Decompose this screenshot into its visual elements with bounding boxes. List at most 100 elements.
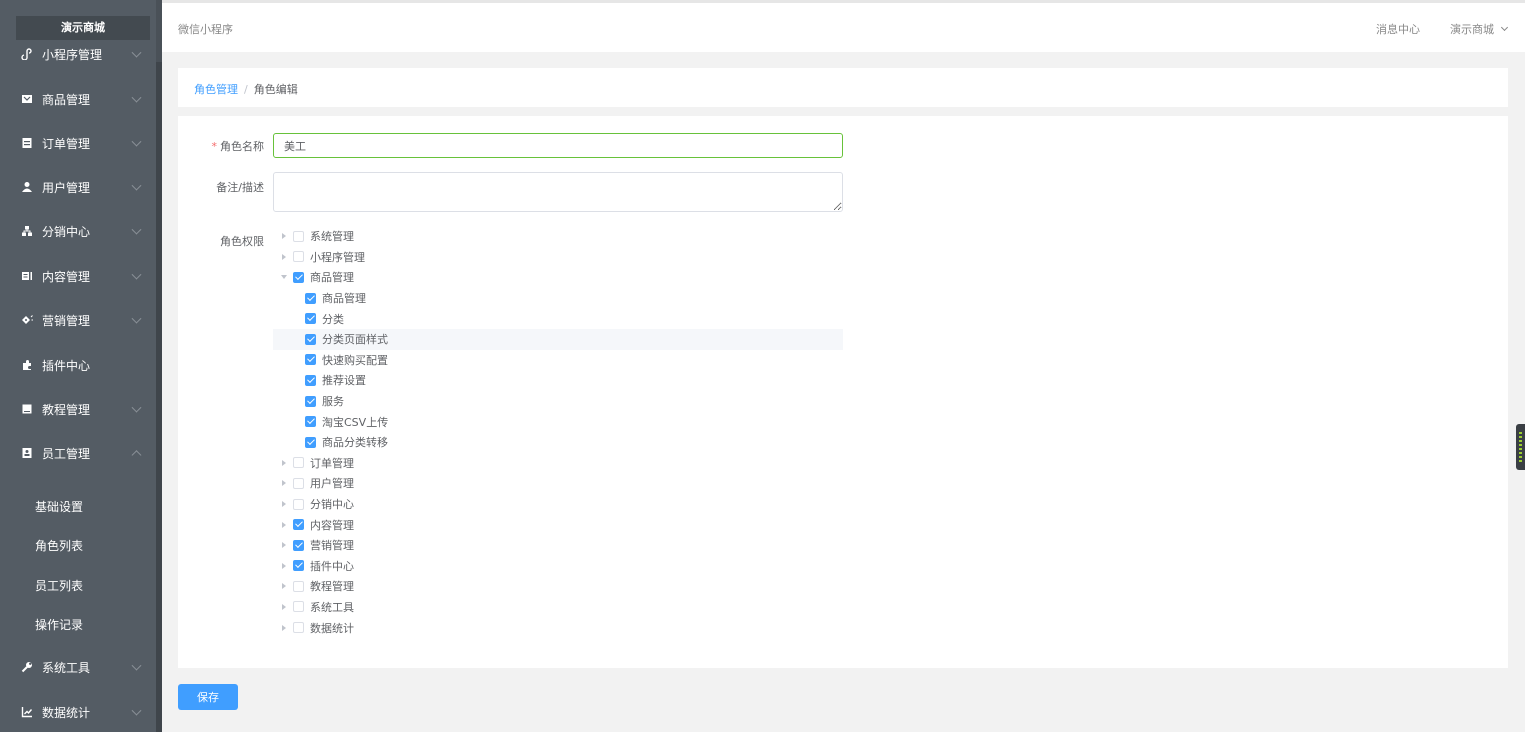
caret-right-icon[interactable] <box>279 540 289 550</box>
sidebar-subitem-role-list[interactable]: 角色列表 <box>0 525 156 565</box>
tutorial-icon <box>20 402 34 416</box>
caret-down-icon[interactable] <box>279 272 289 282</box>
sidebar-item-marketing[interactable]: 营销管理 <box>0 298 156 342</box>
tree-checkbox[interactable] <box>293 230 304 242</box>
caret-right-icon[interactable] <box>279 581 289 591</box>
sidebar-subitem-staff-list[interactable]: 员工列表 <box>0 565 156 605</box>
tree-checkbox[interactable] <box>293 251 304 263</box>
sidebar-subitem-label: 操作记录 <box>35 617 84 632</box>
sidebar-item-label: 营销管理 <box>42 313 91 328</box>
header-title: 微信小程序 <box>178 23 233 36</box>
tree-node[interactable]: 插件中心 <box>273 556 843 577</box>
tree-node[interactable]: 分类页面样式 <box>273 328 843 350</box>
tree-node[interactable]: 教程管理 <box>273 576 843 597</box>
tree-checkbox[interactable] <box>293 498 304 510</box>
tree-checkbox[interactable] <box>305 374 316 386</box>
tree-node[interactable]: 快速购买配置 <box>273 350 843 371</box>
tree-node-label: 商品管理 <box>322 292 366 306</box>
staff-icon <box>20 446 34 460</box>
breadcrumb: 角色管理 / 角色编辑 <box>178 68 1508 107</box>
tree-checkbox[interactable] <box>293 580 304 592</box>
sidebar: 小程序管理 演示商城 商品管理 订单管理 用户管理 分销中心 内容管理 营销管理… <box>0 0 162 732</box>
tree-checkbox[interactable] <box>293 477 304 489</box>
chevron-down-icon <box>1500 23 1509 32</box>
tree-checkbox[interactable] <box>293 539 304 551</box>
permission-tree: 系统管理 小程序管理 商品管理 商品管理 分类 分类页面样式 快速购买配置 推荐设置 服务 淘宝C… <box>273 226 843 638</box>
tree-node[interactable]: 服务 <box>273 391 843 412</box>
tree-node[interactable]: 淘宝CSV上传 <box>273 411 843 432</box>
tree-node[interactable]: 用户管理 <box>273 473 843 494</box>
tree-node[interactable]: 分销中心 <box>273 494 843 515</box>
side-tool-handle[interactable] <box>1516 424 1525 470</box>
tree-node[interactable]: 商品分类转移 <box>273 432 843 453</box>
sidebar-item-content[interactable]: 内容管理 <box>0 254 156 298</box>
sidebar-item-plugins[interactable]: 插件中心 <box>0 343 156 387</box>
caret-right-icon[interactable] <box>279 458 289 468</box>
tree-checkbox[interactable] <box>293 519 304 531</box>
tree-node[interactable]: 小程序管理 <box>273 247 843 268</box>
sidebar-subitem-label: 基础设置 <box>35 499 84 514</box>
tree-checkbox[interactable] <box>305 333 316 345</box>
store-dropdown[interactable]: 演示商城 <box>1450 21 1509 37</box>
tree-checkbox[interactable] <box>293 601 304 613</box>
sidebar-item-system-tools[interactable]: 系统工具 <box>0 645 156 689</box>
sidebar-item-goods[interactable]: 商品管理 <box>0 77 156 121</box>
caret-right-icon[interactable] <box>279 561 289 571</box>
caret-right-icon[interactable] <box>279 252 289 262</box>
caret-right-icon[interactable] <box>279 623 289 633</box>
breadcrumb-role-management[interactable]: 角色管理 <box>194 83 238 96</box>
caret-right-icon[interactable] <box>279 478 289 488</box>
header-actions: 消息中心 演示商城 <box>1376 21 1509 37</box>
tree-checkbox[interactable] <box>305 354 316 366</box>
tree-checkbox[interactable] <box>305 395 316 407</box>
sidebar-scrollbar-thumb[interactable] <box>156 62 162 732</box>
tree-checkbox[interactable] <box>293 560 304 572</box>
caret-right-icon[interactable] <box>279 499 289 509</box>
caret-right-icon[interactable] <box>279 602 289 612</box>
sidebar-item-tutorials[interactable]: 教程管理 <box>0 387 156 431</box>
caret-right-icon[interactable] <box>279 520 289 530</box>
save-button[interactable]: 保存 <box>178 684 238 710</box>
sidebar-item-label: 用户管理 <box>42 180 91 195</box>
sidebar-item-label: 分销中心 <box>42 224 91 239</box>
user-icon <box>20 180 34 194</box>
sidebar-item-staff[interactable]: 员工管理 <box>0 431 156 475</box>
message-center-link[interactable]: 消息中心 <box>1376 21 1420 37</box>
tree-node[interactable]: 订单管理 <box>273 453 843 474</box>
sidebar-item-orders[interactable]: 订单管理 <box>0 121 156 165</box>
tree-node[interactable]: 数据统计 <box>273 617 843 638</box>
sidebar-item-label: 内容管理 <box>42 269 91 284</box>
sidebar-subitem-basic-settings[interactable]: 基础设置 <box>0 486 156 526</box>
tree-checkbox[interactable] <box>293 271 304 283</box>
tree-node[interactable]: 系统管理 <box>273 226 843 247</box>
sidebar-subitem-operation-log[interactable]: 操作记录 <box>0 604 156 644</box>
caret-right-icon[interactable] <box>279 231 289 241</box>
tree-node[interactable]: 商品管理 <box>273 288 843 309</box>
tree-node[interactable]: 推荐设置 <box>273 370 843 391</box>
sidebar-item-users[interactable]: 用户管理 <box>0 165 156 209</box>
sidebar-item-distribution[interactable]: 分销中心 <box>0 209 156 253</box>
tree-checkbox[interactable] <box>293 457 304 469</box>
chevron-down-icon <box>131 136 142 147</box>
tree-checkbox[interactable] <box>293 622 304 634</box>
tree-node-label: 数据统计 <box>310 621 354 635</box>
tree-node[interactable]: 营销管理 <box>273 535 843 556</box>
tree-node-label: 商品管理 <box>310 271 354 285</box>
tree-checkbox[interactable] <box>305 292 316 304</box>
tree-node[interactable]: 分类 <box>273 308 843 329</box>
tree-checkbox[interactable] <box>305 416 316 428</box>
role-name-input[interactable] <box>273 133 843 158</box>
chevron-up-icon <box>131 450 142 461</box>
store-dropdown-label: 演示商城 <box>1450 23 1494 36</box>
description-label: 备注/描述 <box>216 181 264 194</box>
tree-node-label: 插件中心 <box>310 559 354 573</box>
tree-checkbox[interactable] <box>305 436 316 448</box>
tree-node-label: 内容管理 <box>310 518 354 532</box>
tree-node[interactable]: 商品管理 <box>273 267 843 288</box>
sidebar-item-statistics[interactable]: 数据统计 <box>0 690 156 732</box>
description-textarea[interactable] <box>273 172 843 212</box>
tree-checkbox[interactable] <box>305 313 316 325</box>
tree-node-label: 用户管理 <box>310 477 354 491</box>
tree-node[interactable]: 内容管理 <box>273 514 843 535</box>
tree-node[interactable]: 系统工具 <box>273 597 843 618</box>
